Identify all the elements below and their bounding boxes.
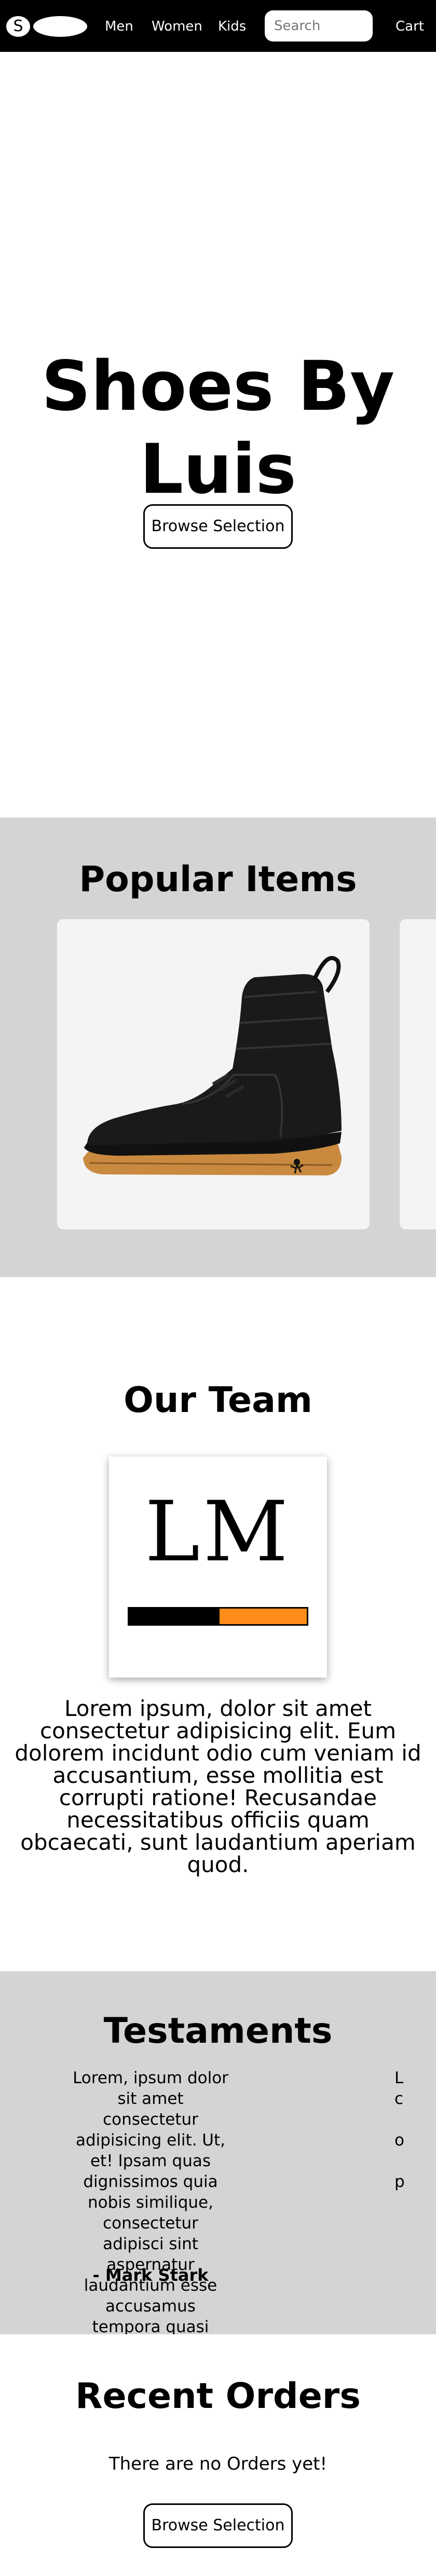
peek-line: L (394, 2069, 404, 2087)
team-member-progress-bar (128, 1607, 308, 1626)
hero-title-line1: Shoes By (41, 347, 395, 426)
logo-icon[interactable]: S (6, 16, 30, 37)
recent-orders-title: Recent Orders (75, 2376, 361, 2417)
testaments-title: Testaments (103, 2011, 333, 2052)
peek-line (394, 2151, 415, 2171)
nav-link-men[interactable]: Men (105, 19, 133, 34)
peek-line: o (394, 2131, 404, 2150)
hero-title-line2: Luis (140, 430, 296, 509)
logo-pill-icon[interactable] (33, 16, 87, 37)
peek-line: c (394, 2089, 404, 2108)
our-team-title: Our Team (124, 1380, 312, 1421)
testaments-section: Testaments Lorem, ipsum dolor sit amet c… (0, 1971, 436, 2334)
popular-items-section: Popular Items (0, 818, 436, 1277)
product-card[interactable] (57, 919, 370, 1229)
shoe-image (83, 955, 342, 1175)
hero-title: Shoes By Luis (0, 345, 436, 511)
progress-bar-fill (218, 1609, 307, 1624)
product-card-next[interactable] (400, 919, 436, 1229)
browse-selection-button-bottom[interactable]: Browse Selection (143, 2503, 293, 2548)
nav-link-kids[interactable]: Kids (218, 19, 246, 34)
search-input[interactable] (265, 10, 373, 41)
testimonial-quote: Lorem, ipsum dolor sit amet consectetur … (73, 2069, 228, 2334)
testimonial-author: - Mark Stark (92, 2265, 209, 2285)
peek-line (394, 2109, 415, 2130)
team-member-monogram: LM (144, 1483, 292, 1580)
cart-link[interactable]: Cart (396, 19, 424, 34)
no-orders-message: There are no Orders yet! (108, 2454, 328, 2474)
team-member-bio: Lorem ipsum, dolor sit amet consectetur … (15, 1696, 421, 1877)
nav-link-women[interactable]: Women (152, 19, 202, 34)
top-nav: S Men Women Kids Cart (0, 0, 436, 52)
testimonial-quote-next: L c o p (394, 2068, 415, 2192)
peek-line: p (394, 2172, 405, 2191)
browse-selection-button[interactable]: Browse Selection (143, 504, 293, 549)
popular-items-title: Popular Items (79, 859, 357, 900)
team-member-card: LM (109, 1457, 327, 1678)
